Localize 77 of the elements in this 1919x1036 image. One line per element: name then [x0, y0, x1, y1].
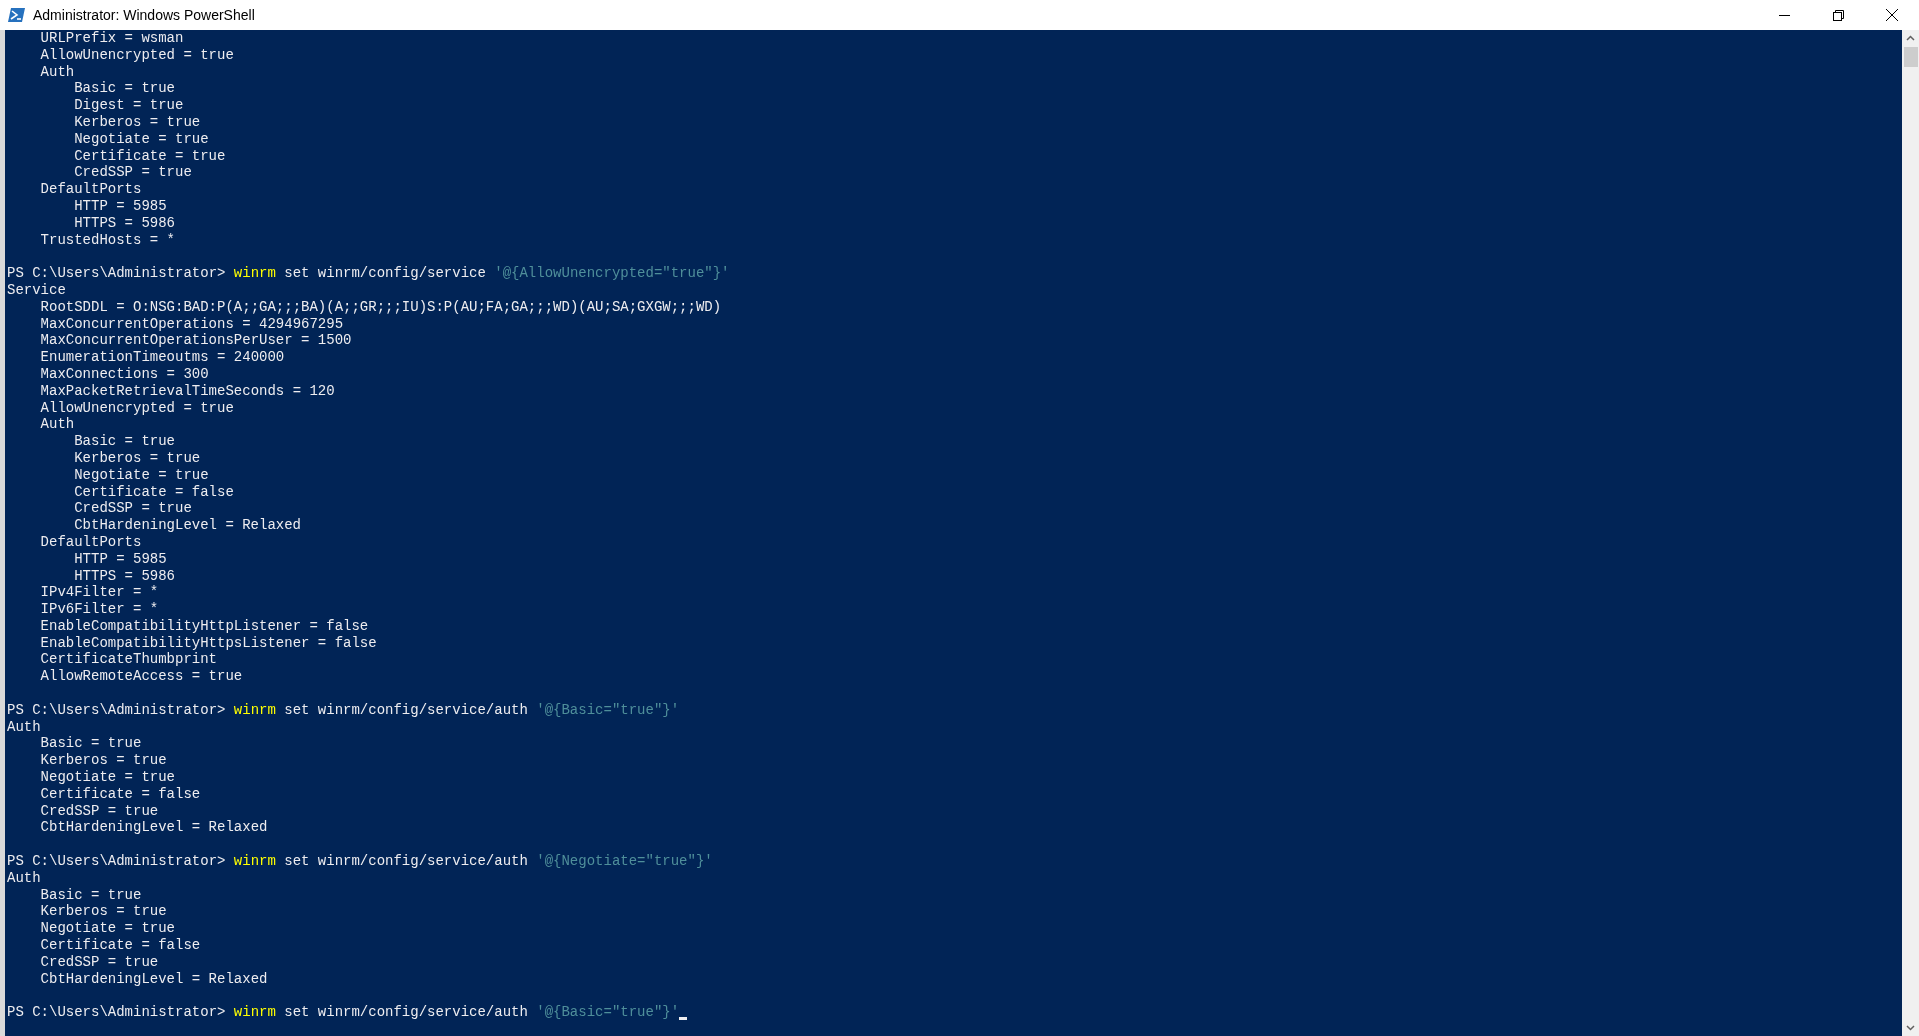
prompt-text: PS C:\Users\Administrator>: [7, 853, 226, 870]
output-text: Kerberos = true: [74, 449, 201, 466]
output-text: HTTPS = 5986: [74, 567, 175, 584]
output-text: CredSSP = true: [40, 802, 159, 819]
output-text: Basic = true: [40, 886, 142, 903]
output-text: TrustedHosts = *: [40, 231, 175, 248]
string-argument: '@{Negotiate="true"}': [536, 853, 713, 870]
output-text: Auth: [40, 63, 75, 80]
output-text: CbtHardeningLevel = Relaxed: [40, 970, 268, 987]
output-text: Basic = true: [74, 80, 175, 97]
output-text: Basic = true: [74, 433, 175, 450]
output-text: CredSSP = true: [74, 500, 192, 517]
output-text: Certificate = false: [74, 483, 234, 500]
output-text: AllowUnencrypted = true: [40, 46, 234, 63]
output-text: Kerberos = true: [40, 752, 167, 769]
output-text: EnableCompatibilityHttpListener = false: [40, 617, 369, 634]
output-text: EnumerationTimeoutms = 240000: [40, 349, 285, 366]
output-text: Auth: [7, 718, 41, 735]
output-text: IPv6Filter = *: [40, 601, 159, 618]
scroll-down-icon[interactable]: [1906, 1025, 1915, 1031]
restore-icon: [1832, 9, 1844, 21]
output-text: Negotiate = true: [74, 466, 209, 483]
command-arguments: set winrm/config/service/auth: [284, 701, 528, 719]
output-text: AllowUnencrypted = true: [40, 399, 234, 416]
command-arguments: set winrm/config/service/auth: [284, 853, 528, 870]
output-text: AllowRemoteAccess = true: [40, 668, 243, 685]
output-text: Negotiate = true: [74, 130, 209, 147]
command-name: winrm: [233, 265, 276, 282]
output-text: IPv4Filter = *: [40, 584, 159, 601]
scrollbar[interactable]: [1902, 30, 1919, 1036]
output-text: Auth: [7, 869, 41, 886]
output-text: HTTP = 5985: [74, 197, 167, 214]
command-arguments: set winrm/config/service: [284, 265, 486, 282]
output-text: Negotiate = true: [40, 920, 175, 937]
prompt-text: PS C:\Users\Administrator>: [7, 1004, 226, 1021]
output-text: CertificateThumbprint: [40, 651, 218, 668]
output-text: CbtHardeningLevel = Relaxed: [40, 819, 268, 836]
prompt-text: PS C:\Users\Administrator>: [7, 701, 226, 719]
scrollbar-thumb[interactable]: [1903, 47, 1918, 67]
output-text: HTTP = 5985: [74, 550, 167, 567]
output-text: MaxConcurrentOperationsPerUser = 1500: [40, 332, 352, 349]
output-text: DefaultPorts: [40, 181, 142, 198]
close-icon: [1886, 9, 1898, 21]
output-text: CbtHardeningLevel = Relaxed: [74, 517, 302, 534]
command-arguments: set winrm/config/service/auth: [284, 1004, 528, 1021]
scroll-up-icon[interactable]: [1906, 35, 1915, 41]
output-text: Kerberos = true: [74, 114, 201, 130]
output-text: EnableCompatibilityHttpsListener = false: [40, 634, 377, 651]
string-argument: '@{Basic="true"}': [536, 1004, 680, 1021]
output-text: URLPrefix = wsman: [40, 30, 184, 46]
output-text: Service: [7, 281, 66, 298]
output-text: Certificate = false: [40, 937, 201, 954]
output-text: HTTPS = 5986: [74, 214, 175, 231]
powershell-icon: [8, 7, 26, 23]
output-text: CredSSP = true: [40, 953, 159, 970]
cursor-icon: [679, 1017, 688, 1020]
window-title: Administrator: Windows PowerShell: [33, 5, 255, 25]
minimize-icon: [1778, 14, 1790, 16]
output-text: Basic = true: [40, 735, 142, 752]
output-text: CredSSP = true: [74, 164, 192, 181]
output-text: Certificate = true: [74, 147, 226, 164]
output-text: Kerberos = true: [40, 903, 167, 920]
command-name: winrm: [233, 853, 276, 870]
string-argument: '@{AllowUnencrypted="true"}': [494, 265, 730, 282]
output-text: MaxPacketRetrievalTimeSeconds = 120: [40, 382, 335, 399]
output-text: Negotiate = true: [40, 769, 175, 786]
output-text: Digest = true: [74, 97, 184, 114]
output-text: Certificate = false: [40, 785, 201, 802]
output-text: Auth: [40, 416, 75, 433]
string-argument: '@{Basic="true"}': [536, 701, 680, 719]
prompt-text: PS C:\Users\Administrator>: [7, 265, 226, 282]
output-text: MaxConcurrentOperations = 4294967295: [40, 315, 344, 332]
command-name: winrm: [233, 1004, 276, 1021]
command-name: winrm: [233, 701, 276, 719]
output-text: MaxConnections = 300: [40, 365, 209, 382]
output-text: RootSDDL = O:NSG:BAD:P(A;;GA;;;BA)(A;;GR;;;IU)S:P(AU;FA;GA;;;WD)(AU;SA;GXGW;;;WD): [40, 298, 722, 315]
output-text: DefaultPorts: [40, 533, 142, 550]
